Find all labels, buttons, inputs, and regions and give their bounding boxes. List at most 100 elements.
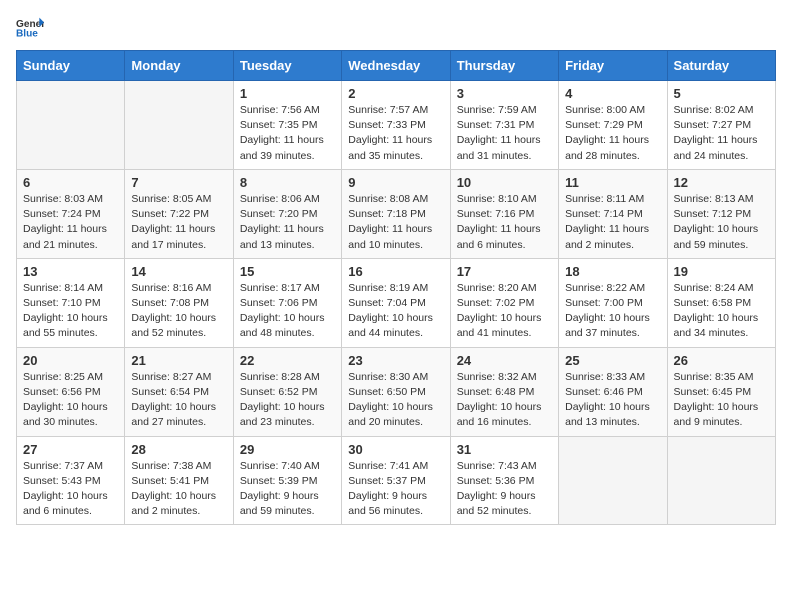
cell-info: Sunrise: 8:02 AMSunset: 7:27 PMDaylight:…	[674, 103, 769, 164]
day-number: 16	[348, 264, 443, 279]
svg-text:Blue: Blue	[16, 28, 38, 38]
cell-info: Sunrise: 8:25 AMSunset: 6:56 PMDaylight:…	[23, 370, 118, 431]
cell-info: Sunrise: 8:30 AMSunset: 6:50 PMDaylight:…	[348, 370, 443, 431]
cell-info: Sunrise: 8:35 AMSunset: 6:45 PMDaylight:…	[674, 370, 769, 431]
calendar-cell: 29 Sunrise: 7:40 AMSunset: 5:39 PMDayligh…	[233, 436, 341, 525]
day-number: 5	[674, 86, 769, 101]
calendar-cell: 22 Sunrise: 8:28 AMSunset: 6:52 PMDayligh…	[233, 347, 341, 436]
day-header-sunday: Sunday	[17, 51, 125, 81]
calendar-cell: 1 Sunrise: 7:56 AMSunset: 7:35 PMDaylight…	[233, 81, 341, 170]
calendar-cell: 8 Sunrise: 8:06 AMSunset: 7:20 PMDaylight…	[233, 169, 341, 258]
day-header-wednesday: Wednesday	[342, 51, 450, 81]
cell-info: Sunrise: 8:03 AMSunset: 7:24 PMDaylight:…	[23, 192, 118, 253]
calendar-cell: 13 Sunrise: 8:14 AMSunset: 7:10 PMDayligh…	[17, 258, 125, 347]
day-number: 17	[457, 264, 552, 279]
cell-info: Sunrise: 7:57 AMSunset: 7:33 PMDaylight:…	[348, 103, 443, 164]
day-number: 25	[565, 353, 660, 368]
calendar-cell: 28Sunrise: 7:38 AMSunset: 5:41 PMDayligh…	[125, 436, 233, 525]
day-header-friday: Friday	[559, 51, 667, 81]
calendar-cell: 15 Sunrise: 8:17 AMSunset: 7:06 PMDayligh…	[233, 258, 341, 347]
cell-info: Sunrise: 8:08 AMSunset: 7:18 PMDaylight:…	[348, 192, 443, 253]
cell-info: Sunrise: 8:13 AMSunset: 7:12 PMDaylight:…	[674, 192, 769, 253]
cell-info: Sunrise: 7:37 AMSunset: 5:43 PMDaylight:…	[23, 459, 118, 520]
calendar-cell: 10 Sunrise: 8:10 AMSunset: 7:16 PMDayligh…	[450, 169, 558, 258]
day-number: 30	[348, 442, 443, 457]
day-number: 7	[131, 175, 226, 190]
cell-info: Sunrise: 8:06 AMSunset: 7:20 PMDaylight:…	[240, 192, 335, 253]
day-number: 20	[23, 353, 118, 368]
calendar-cell: 20 Sunrise: 8:25 AMSunset: 6:56 PMDayligh…	[17, 347, 125, 436]
day-number: 26	[674, 353, 769, 368]
cell-info: Sunrise: 8:20 AMSunset: 7:02 PMDaylight:…	[457, 281, 552, 342]
calendar-cell: 9 Sunrise: 8:08 AMSunset: 7:18 PMDaylight…	[342, 169, 450, 258]
calendar-cell: 16Sunrise: 8:19 AMSunset: 7:04 PMDayligh…	[342, 258, 450, 347]
logo: General Blue	[16, 16, 44, 38]
day-number: 14	[131, 264, 226, 279]
day-number: 11	[565, 175, 660, 190]
logo-icon: General Blue	[16, 16, 44, 38]
calendar-cell: 4 Sunrise: 8:00 AMSunset: 7:29 PMDaylight…	[559, 81, 667, 170]
day-number: 10	[457, 175, 552, 190]
day-number: 19	[674, 264, 769, 279]
calendar-cell: 27 Sunrise: 7:37 AMSunset: 5:43 PMDayligh…	[17, 436, 125, 525]
calendar-cell: 6 Sunrise: 8:03 AMSunset: 7:24 PMDaylight…	[17, 169, 125, 258]
cell-info: Sunrise: 8:27 AMSunset: 6:54 PMDaylight:…	[131, 370, 226, 431]
day-number: 23	[348, 353, 443, 368]
calendar-cell: 18 Sunrise: 8:22 AMSunset: 7:00 PMDayligh…	[559, 258, 667, 347]
calendar-cell: 26 Sunrise: 8:35 AMSunset: 6:45 PMDayligh…	[667, 347, 775, 436]
day-header-monday: Monday	[125, 51, 233, 81]
cell-info: Sunrise: 8:22 AMSunset: 7:00 PMDaylight:…	[565, 281, 660, 342]
cell-info: Sunrise: 7:43 AMSunset: 5:36 PMDaylight:…	[457, 459, 552, 520]
calendar-cell: 19 Sunrise: 8:24 AMSunset: 6:58 PMDayligh…	[667, 258, 775, 347]
calendar-cell: 24 Sunrise: 8:32 AMSunset: 6:48 PMDayligh…	[450, 347, 558, 436]
cell-info: Sunrise: 8:16 AMSunset: 7:08 PMDaylight:…	[131, 281, 226, 342]
cell-info: Sunrise: 7:59 AMSunset: 7:31 PMDaylight:…	[457, 103, 552, 164]
calendar-cell: 5 Sunrise: 8:02 AMSunset: 7:27 PMDaylight…	[667, 81, 775, 170]
page-header: General Blue	[16, 16, 776, 38]
day-number: 21	[131, 353, 226, 368]
day-number: 1	[240, 86, 335, 101]
day-number: 15	[240, 264, 335, 279]
cell-info: Sunrise: 8:24 AMSunset: 6:58 PMDaylight:…	[674, 281, 769, 342]
calendar-cell: 30 Sunrise: 7:41 AMSunset: 5:37 PMDayligh…	[342, 436, 450, 525]
cell-info: Sunrise: 8:28 AMSunset: 6:52 PMDaylight:…	[240, 370, 335, 431]
calendar-cell: 31 Sunrise: 7:43 AMSunset: 5:36 PMDayligh…	[450, 436, 558, 525]
day-number: 6	[23, 175, 118, 190]
day-number: 24	[457, 353, 552, 368]
day-number: 9	[348, 175, 443, 190]
calendar-cell	[125, 81, 233, 170]
calendar-cell	[17, 81, 125, 170]
calendar-cell: 2Sunrise: 7:57 AMSunset: 7:33 PMDaylight…	[342, 81, 450, 170]
cell-info: Sunrise: 7:40 AMSunset: 5:39 PMDaylight:…	[240, 459, 335, 520]
calendar-cell	[559, 436, 667, 525]
day-number: 31	[457, 442, 552, 457]
day-number: 27	[23, 442, 118, 457]
day-number: 8	[240, 175, 335, 190]
day-number: 4	[565, 86, 660, 101]
calendar-cell: 21 Sunrise: 8:27 AMSunset: 6:54 PMDayligh…	[125, 347, 233, 436]
cell-info: Sunrise: 8:00 AMSunset: 7:29 PMDaylight:…	[565, 103, 660, 164]
day-number: 12	[674, 175, 769, 190]
calendar-cell: 7Sunrise: 8:05 AMSunset: 7:22 PMDaylight…	[125, 169, 233, 258]
cell-info: Sunrise: 8:17 AMSunset: 7:06 PMDaylight:…	[240, 281, 335, 342]
day-number: 18	[565, 264, 660, 279]
day-header-tuesday: Tuesday	[233, 51, 341, 81]
calendar-cell: 25 Sunrise: 8:33 AMSunset: 6:46 PMDayligh…	[559, 347, 667, 436]
cell-info: Sunrise: 7:56 AMSunset: 7:35 PMDaylight:…	[240, 103, 335, 164]
day-number: 13	[23, 264, 118, 279]
day-number: 3	[457, 86, 552, 101]
cell-info: Sunrise: 8:11 AMSunset: 7:14 PMDaylight:…	[565, 192, 660, 253]
cell-info: Sunrise: 8:10 AMSunset: 7:16 PMDaylight:…	[457, 192, 552, 253]
cell-info: Sunrise: 7:38 AMSunset: 5:41 PMDaylight:…	[131, 459, 226, 520]
cell-info: Sunrise: 8:33 AMSunset: 6:46 PMDaylight:…	[565, 370, 660, 431]
calendar-cell: 12 Sunrise: 8:13 AMSunset: 7:12 PMDayligh…	[667, 169, 775, 258]
calendar-cell: 23 Sunrise: 8:30 AMSunset: 6:50 PMDayligh…	[342, 347, 450, 436]
day-number: 29	[240, 442, 335, 457]
cell-info: Sunrise: 8:32 AMSunset: 6:48 PMDaylight:…	[457, 370, 552, 431]
calendar-cell	[667, 436, 775, 525]
cell-info: Sunrise: 7:41 AMSunset: 5:37 PMDaylight:…	[348, 459, 443, 520]
calendar-cell: 17 Sunrise: 8:20 AMSunset: 7:02 PMDayligh…	[450, 258, 558, 347]
calendar-cell: 11 Sunrise: 8:11 AMSunset: 7:14 PMDayligh…	[559, 169, 667, 258]
cell-info: Sunrise: 8:14 AMSunset: 7:10 PMDaylight:…	[23, 281, 118, 342]
day-number: 22	[240, 353, 335, 368]
